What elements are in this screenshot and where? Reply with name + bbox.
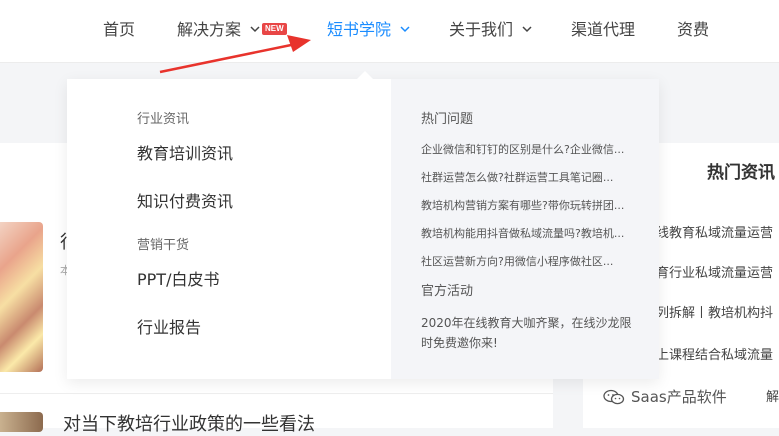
article-title[interactable]: 对当下教培行业政策的一些看法 [63,410,315,436]
link-industry-report[interactable]: 行业报告 [137,314,201,338]
nav-solutions[interactable]: 解决方案 [177,19,260,41]
hot-news-item[interactable]: 解 [766,386,779,405]
dropdown-hot-panel: 热门问题 企业微信和钉钉的区别是什么?企业微信... 社群运营怎么做?社群运营工… [391,79,659,379]
nav-pricing[interactable]: 资费 [677,19,709,41]
chevron-down-icon [522,26,532,33]
nav-label: 资费 [677,20,710,39]
watermark: Saas产品软件 [603,386,727,407]
top-navigation: 首页 解决方案 NEW 短书学院 关于我们 渠道代理 资费 [0,0,779,63]
new-badge: NEW [262,23,287,35]
wechat-icon [603,389,625,405]
nav-label: 短书学院 [327,20,392,39]
dropdown-categories: 行业资讯 教育培训资讯 知识付费资讯 营销干货 PPT/白皮书 行业报告 [67,79,391,379]
nav-label: 关于我们 [449,20,514,39]
article-thumbnail[interactable] [0,412,43,432]
nav-label: 渠道代理 [571,20,636,39]
divider [0,393,553,394]
nav-label: 解决方案 [177,20,242,39]
article-thumbnail[interactable] [0,222,43,372]
group-title-industry-news: 行业资讯 [137,112,190,127]
nav-academy[interactable]: 短书学院 [327,19,410,41]
link-knowledge-payment-news[interactable]: 知识付费资讯 [137,188,233,212]
hot-question-link[interactable]: 企业微信和钉钉的区别是什么?企业微信... [421,141,633,157]
hot-news-item[interactable]: 列拆解丨教培机构抖 [656,302,773,321]
link-education-news[interactable]: 教育培训资讯 [137,140,233,164]
chevron-down-icon [400,26,410,33]
nav-label: 首页 [103,20,136,39]
hot-news-item[interactable]: 上课程结合私域流量 [656,344,773,363]
group-title-marketing: 营销干货 [137,238,190,253]
hot-news-item[interactable]: 线教育私域流量运营 [656,222,773,241]
nav-home[interactable]: 首页 [103,19,135,41]
nav-about[interactable]: 关于我们 [449,19,532,41]
hot-question-link[interactable]: 社区运营新方向?用微信小程序做社区... [421,253,633,269]
event-link[interactable]: 2020年在线教育大咖齐聚，在线沙龙限时免费邀你来! [421,313,637,353]
link-ppt-whitepaper[interactable]: PPT/白皮书 [137,266,219,290]
nav-channel-agent[interactable]: 渠道代理 [571,19,635,41]
dropdown-caret [357,71,373,79]
hot-question-link[interactable]: 教培机构能用抖音做私域流量吗?教培机... [421,225,633,241]
hot-question-link[interactable]: 教培机构营销方案有哪些?带你玩转拼团... [421,197,633,213]
hot-news-item[interactable]: 育行业私域流量运营 [656,262,773,281]
watermark-text: Saas产品软件 [631,388,727,406]
academy-dropdown-menu: 行业资讯 教育培训资讯 知识付费资讯 营销干货 PPT/白皮书 行业报告 热门问… [67,79,659,379]
hot-questions-title: 热门问题 [421,112,474,127]
chevron-down-icon [250,26,260,33]
official-events-title: 官方活动 [421,284,474,299]
hot-news-title: 热门资讯 [707,163,775,183]
hot-question-link[interactable]: 社群运营怎么做?社群运营工具笔记圈... [421,169,633,185]
